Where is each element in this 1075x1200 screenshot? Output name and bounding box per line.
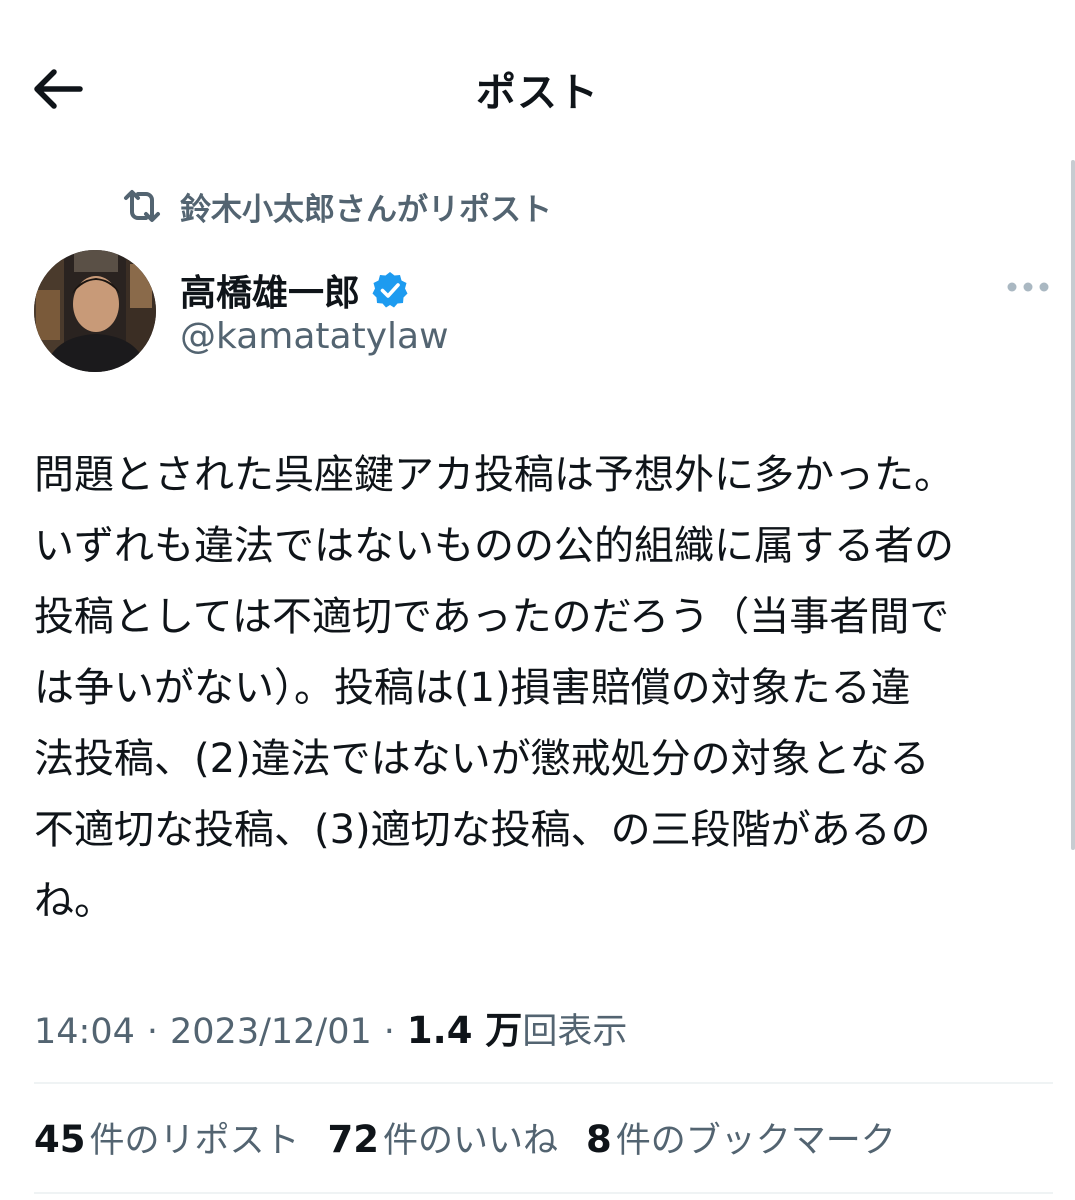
repost-context-label: 鈴木小太郎さんがリポスト [180, 191, 552, 228]
post-text: 問題とされた呉座鍵アカ投稿は予想外に多かった。 いずれも違法ではないものの公的組… [34, 440, 1064, 937]
post-text-line: いずれも違法ではないものの公的組織に属する者の [34, 523, 954, 569]
scrollbar[interactable] [1071, 160, 1075, 850]
repost-context[interactable]: 鈴木小太郎さんがリポスト [120, 184, 552, 228]
likes-stat[interactable]: 72 件のいいね [328, 1112, 559, 1163]
bookmarks-count: 8 [586, 1118, 612, 1161]
more-options-icon[interactable] [1004, 272, 1052, 302]
post-text-line: 投稿としては不適切であったのだろう（当事者間で [34, 594, 950, 640]
post-text-line: 法投稿、(2)違法ではないが懲戒処分の対象となる [34, 736, 930, 782]
post-text-line: ね。 [34, 878, 114, 924]
post-text-line: 問題とされた呉座鍵アカ投稿は予想外に多かった。 [34, 452, 954, 498]
divider [34, 1082, 1053, 1084]
reposts-label: 件のリポスト [89, 1121, 300, 1161]
post-metadata: 14:04 · 2023/12/01 · 1.4 万 回表示 [34, 1000, 627, 1054]
repost-icon [124, 190, 160, 222]
header-bar: ポスト [0, 0, 1075, 170]
post-time[interactable]: 14:04 [34, 1012, 135, 1052]
likes-count: 72 [327, 1118, 380, 1161]
views-label: 回表示 [522, 1012, 628, 1052]
meta-separator: · [146, 1012, 159, 1052]
likes-label: 件のいいね [383, 1121, 559, 1161]
post-date[interactable]: 2023/12/01 [170, 1012, 372, 1052]
verified-badge-icon [372, 272, 408, 308]
reposts-stat[interactable]: 45 件のリポスト [34, 1112, 300, 1163]
reposts-count: 45 [34, 1118, 86, 1161]
divider [34, 1192, 1053, 1194]
post-stats: 45 件のリポスト 72 件のいいね 8 件のブックマーク [34, 1112, 924, 1163]
bookmarks-stat[interactable]: 8 件のブックマーク [586, 1112, 896, 1163]
bookmarks-label: 件のブックマーク [615, 1121, 896, 1161]
page-title: ポスト [476, 70, 599, 116]
author-name[interactable]: 高橋雄一郎 [180, 264, 410, 316]
views-count: 1.4 万 [406, 1009, 523, 1052]
avatar[interactable] [34, 250, 156, 372]
post-text-line: は争いがない）。投稿は(1)損害賠償の対象たる違 [34, 665, 911, 711]
meta-separator: · [383, 1012, 395, 1052]
author-handle[interactable]: @kamatatylaw [180, 316, 449, 357]
author-name-text: 高橋雄一郎 [180, 273, 361, 314]
post-text-line: 不適切な投稿、(3)適切な投稿、の三段階があるの [34, 807, 931, 853]
